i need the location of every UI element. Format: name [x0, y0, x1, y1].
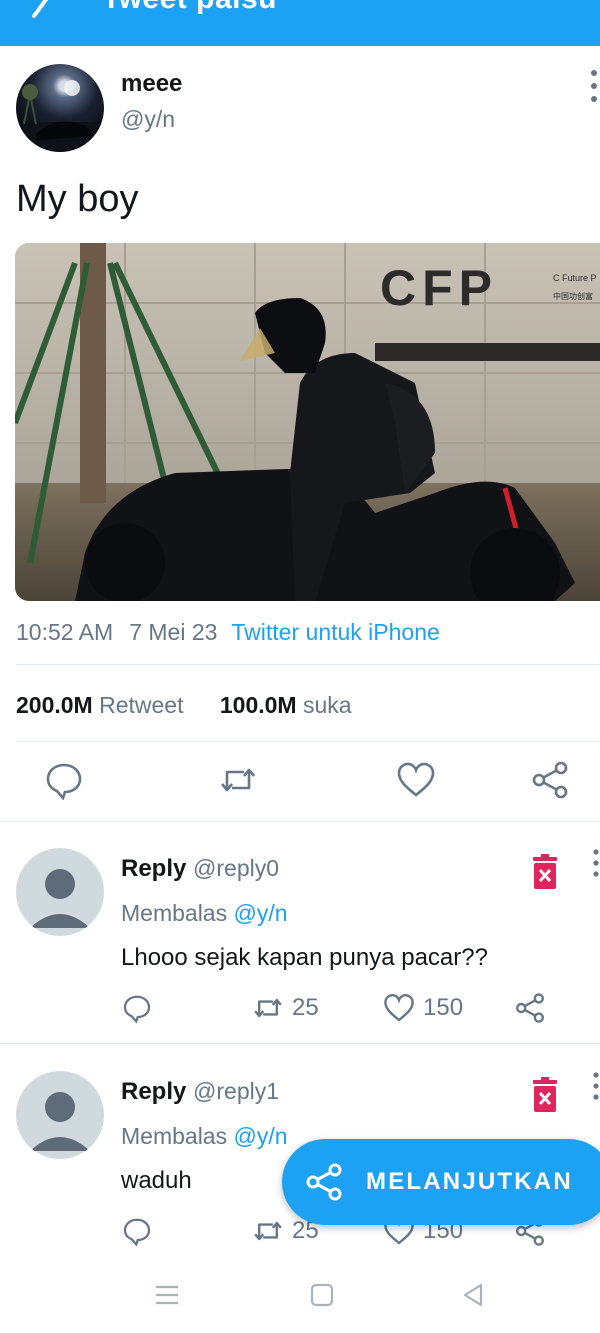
- app-title: Tweet palsu: [102, 0, 277, 16]
- reply-avatar[interactable]: [16, 1071, 104, 1159]
- back-arrow-icon[interactable]: [28, 0, 68, 20]
- reply-handle: @reply1: [193, 1078, 280, 1104]
- photo-sign-small: C Future P: [553, 273, 597, 283]
- reply-handle: @reply0: [193, 855, 280, 881]
- tweet-date: 7 Mei 23: [129, 619, 218, 645]
- continue-button[interactable]: MELANJUTKAN: [282, 1139, 600, 1225]
- more-vert-icon[interactable]: [593, 1072, 599, 1100]
- replying-handle[interactable]: @y/n: [234, 1123, 288, 1149]
- share-icon: [306, 1163, 342, 1201]
- system-nav-bar: [0, 1262, 600, 1333]
- reply-text: Lhooo sejak kapan punya pacar??: [121, 944, 488, 971]
- retweet-count: 25: [292, 994, 319, 1021]
- nav-home-icon[interactable]: [309, 1282, 335, 1308]
- reply-icon[interactable]: [44, 760, 84, 800]
- replying-prefix: Membalas: [121, 1123, 228, 1149]
- user-name: meee: [121, 70, 183, 97]
- more-vert-icon[interactable]: [593, 849, 599, 877]
- app-bar: Tweet palsu: [0, 0, 600, 46]
- replying-prefix: Membalas: [121, 900, 228, 926]
- like-label: suka: [302, 692, 352, 718]
- tweet-photo[interactable]: CFP C Future P 中国功创富: [15, 243, 600, 601]
- like-count: 150: [423, 994, 464, 1021]
- heart-icon: [384, 993, 414, 1022]
- divider: [16, 741, 600, 742]
- user-handle: @y/n: [121, 106, 176, 132]
- divider: [16, 664, 600, 665]
- photo-sign: CFP: [380, 260, 498, 316]
- reply-header: Reply @reply1: [121, 1078, 279, 1106]
- replying-handle[interactable]: @y/n: [234, 900, 288, 926]
- trash-icon[interactable]: [531, 854, 559, 890]
- tweet-source[interactable]: Twitter untuk iPhone: [231, 619, 439, 645]
- divider: [0, 821, 600, 822]
- reply-name: Reply: [121, 1078, 187, 1105]
- retweet-icon: [254, 998, 282, 1018]
- retweet-label: Retweet: [99, 692, 184, 718]
- reply-button[interactable]: [122, 991, 152, 1025]
- replying-to: Membalas @y/n: [121, 900, 288, 927]
- share-button[interactable]: [514, 991, 546, 1025]
- reply-button[interactable]: [122, 1214, 152, 1248]
- replying-to: Membalas @y/n: [121, 1123, 288, 1150]
- more-vert-icon[interactable]: [590, 68, 598, 104]
- tweet-stats: 200.0M Retweet 100.0M suka: [16, 692, 352, 719]
- reply-header: Reply @reply0: [121, 855, 279, 883]
- nav-back-icon[interactable]: [460, 1282, 486, 1308]
- like-count: 100.0M: [219, 692, 297, 718]
- photo-sign-small-cn: 中国功创富: [553, 291, 593, 301]
- reply-avatar[interactable]: [16, 848, 104, 936]
- heart-icon[interactable]: [396, 760, 436, 800]
- like-button[interactable]: 150: [383, 991, 463, 1025]
- share-icon[interactable]: [530, 760, 570, 800]
- reply-icon: [123, 1218, 151, 1246]
- share-icon: [516, 993, 544, 1023]
- tweet-meta: 10:52 AM 7 Mei 23 Twitter untuk iPhone: [16, 619, 440, 646]
- tweet-text: My boy: [16, 178, 139, 220]
- reply-text: waduh: [121, 1167, 192, 1194]
- retweet-count: 200.0M: [16, 692, 93, 718]
- tweet-time: 10:52 AM: [16, 619, 114, 645]
- nav-menu-icon[interactable]: [154, 1282, 180, 1308]
- trash-icon[interactable]: [531, 1077, 559, 1113]
- continue-label: MELANJUTKAN: [366, 1168, 573, 1195]
- divider: [0, 1043, 600, 1044]
- avatar[interactable]: [16, 64, 104, 152]
- retweet-button[interactable]: 25: [252, 991, 319, 1025]
- reply-icon: [123, 995, 151, 1023]
- retweet-icon[interactable]: [218, 760, 258, 800]
- reply-name: Reply: [121, 855, 187, 882]
- retweet-icon: [254, 1221, 282, 1241]
